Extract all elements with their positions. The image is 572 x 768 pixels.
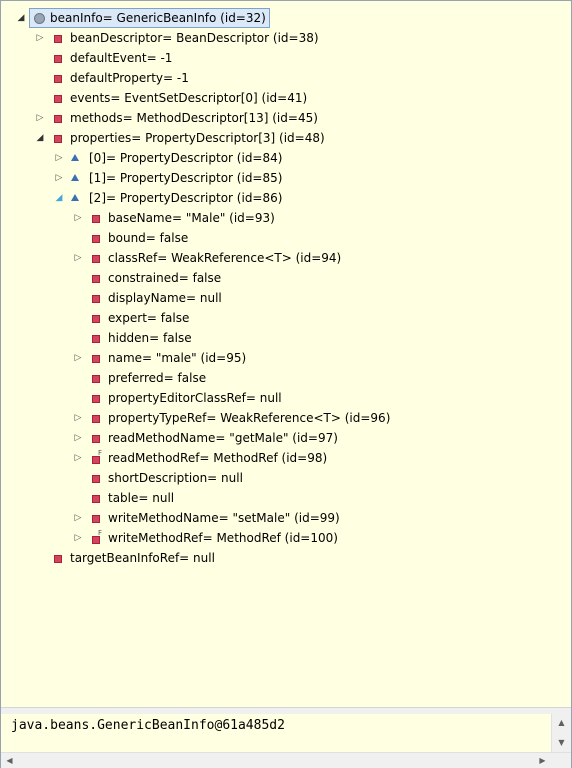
tree-row-label: [2]= PropertyDescriptor (id=86)	[89, 191, 283, 205]
tree-row-label: writeMethodRef= MethodRef (id=100)	[108, 531, 338, 545]
tree-row-label: classRef= WeakReference<T> (id=94)	[108, 251, 342, 265]
field-icon	[92, 475, 100, 483]
tree-row-label: hidden= false	[108, 331, 192, 345]
tree-row-label: constrained= false	[108, 271, 222, 285]
tree-row-label: expert= false	[108, 311, 190, 325]
array-element-icon	[71, 174, 79, 181]
field-icon	[92, 215, 100, 223]
tree-row-label: name= "male" (id=95)	[108, 351, 247, 365]
array-element-icon	[71, 194, 79, 201]
field-icon	[54, 555, 62, 563]
field-icon	[92, 435, 100, 443]
tree-row-label: propertyEditorClassRef= null	[108, 391, 282, 405]
tree-row-label: [1]= PropertyDescriptor (id=85)	[89, 171, 283, 185]
tree-row-label: readMethodName= "getMale" (id=97)	[108, 431, 338, 445]
expand-toggle-icon[interactable]: ▷	[72, 448, 84, 468]
collapse-toggle-icon[interactable]: ◢	[53, 188, 65, 208]
final-field-icon	[92, 530, 102, 544]
scroll-left-icon[interactable]: ◀	[1, 753, 18, 768]
tree-row-label: baseName= "Male" (id=93)	[108, 211, 275, 225]
tree-row-label: preferred= false	[108, 371, 207, 385]
field-icon	[92, 415, 100, 423]
expand-toggle-icon[interactable]: ▷	[72, 508, 84, 528]
field-icon	[54, 55, 62, 63]
expand-toggle-icon[interactable]: ▷	[34, 108, 46, 128]
field-icon	[92, 335, 100, 343]
detail-horizontal-scrollbar[interactable]: ◀ ▶	[1, 752, 571, 768]
tree-row-label: writeMethodName= "setMale" (id=99)	[108, 511, 340, 525]
expand-toggle-icon[interactable]: ▷	[72, 428, 84, 448]
collapse-toggle-icon[interactable]: ◢	[34, 128, 46, 148]
field-icon	[54, 75, 62, 83]
expand-toggle-icon[interactable]: ▷	[72, 208, 84, 228]
tree-row-label: [0]= PropertyDescriptor (id=84)	[89, 151, 283, 165]
expand-toggle-icon[interactable]: ▷	[72, 528, 84, 548]
array-element-icon	[71, 154, 79, 161]
field-icon	[54, 95, 62, 103]
field-icon	[92, 495, 100, 503]
expand-toggle-icon[interactable]: ▷	[53, 148, 65, 168]
variable-tree[interactable]: ◢ beanInfo= GenericBeanInfo (id=32) ▷ be…	[1, 1, 571, 707]
detail-value: java.beans.GenericBeanInfo@61a485d2	[11, 718, 285, 733]
field-icon	[92, 315, 100, 323]
field-icon	[92, 375, 100, 383]
tree-row-label: beanDescriptor= BeanDescriptor (id=38)	[70, 31, 319, 45]
expand-toggle-icon[interactable]: ▷	[72, 408, 84, 428]
expand-toggle-icon[interactable]: ◢	[15, 8, 27, 28]
detail-vertical-scrollbar[interactable]: ▲ ▼	[551, 714, 571, 752]
field-icon	[92, 355, 100, 363]
tree-row-label: defaultProperty= -1	[70, 71, 189, 85]
field-icon	[92, 275, 100, 283]
tree-row-label: displayName= null	[108, 291, 222, 305]
final-field-icon	[92, 450, 102, 464]
field-icon	[92, 235, 100, 243]
scroll-right-icon[interactable]: ▶	[534, 753, 551, 768]
expand-toggle-icon[interactable]: ▷	[53, 168, 65, 188]
scrollbar-corner	[551, 753, 571, 768]
tree-row-label: targetBeanInfoRef= null	[70, 551, 215, 565]
field-icon	[54, 115, 62, 123]
detail-pane[interactable]: java.beans.GenericBeanInfo@61a485d2	[1, 714, 551, 752]
tree-row-label: beanInfo= GenericBeanInfo (id=32)	[29, 8, 270, 28]
scroll-up-icon[interactable]: ▲	[552, 714, 571, 731]
tree-row-label: shortDescription= null	[108, 471, 243, 485]
expand-toggle-icon[interactable]: ▷	[72, 348, 84, 368]
tree-row-label: bound= false	[108, 231, 189, 245]
tree-row-label: properties= PropertyDescriptor[3] (id=48…	[70, 131, 325, 145]
tree-row-label: methods= MethodDescriptor[13] (id=45)	[70, 111, 318, 125]
tree-row-label: table= null	[108, 491, 175, 505]
expand-toggle-icon[interactable]: ▷	[34, 28, 46, 48]
expand-toggle-icon[interactable]: ▷	[72, 248, 84, 268]
field-icon	[92, 395, 100, 403]
field-icon	[92, 295, 100, 303]
object-icon	[34, 13, 45, 24]
tree-row-label: readMethodRef= MethodRef (id=98)	[108, 451, 328, 465]
field-icon	[54, 135, 62, 143]
tree-row-label: defaultEvent= -1	[70, 51, 173, 65]
field-icon	[92, 515, 100, 523]
tree-row-label: events= EventSetDescriptor[0] (id=41)	[70, 91, 308, 105]
tree-row-label: propertyTypeRef= WeakReference<T> (id=96…	[108, 411, 391, 425]
scroll-down-icon[interactable]: ▼	[552, 734, 571, 751]
field-icon	[92, 255, 100, 263]
variables-view: ◢ beanInfo= GenericBeanInfo (id=32) ▷ be…	[0, 0, 572, 768]
field-icon	[54, 35, 62, 43]
